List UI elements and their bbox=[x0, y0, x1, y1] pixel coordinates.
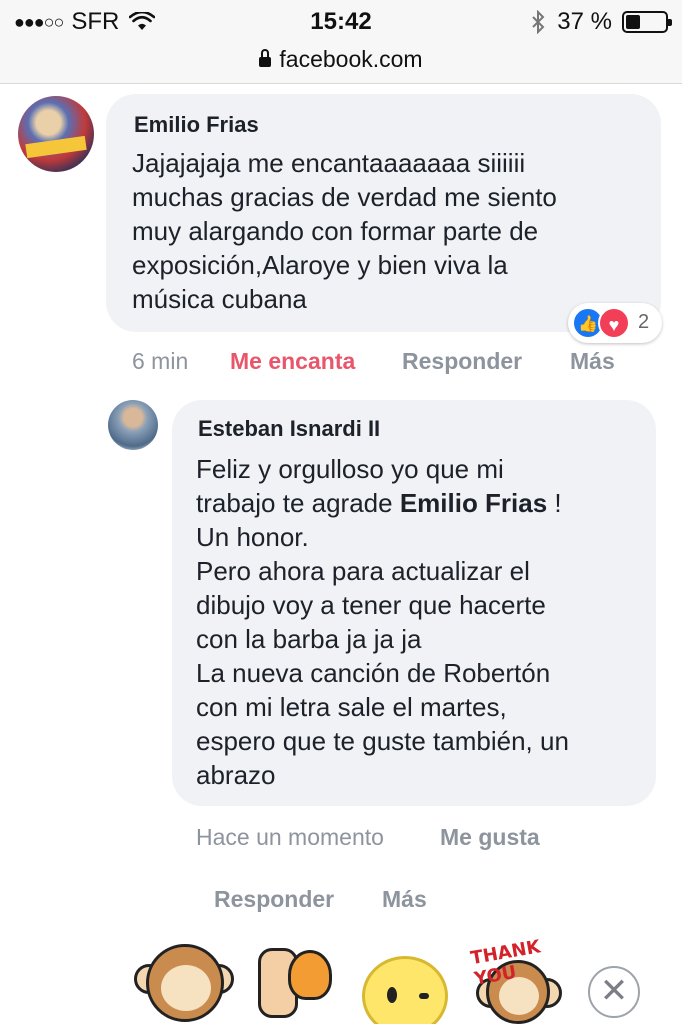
comment-author[interactable]: Esteban Isnardi II bbox=[198, 416, 380, 442]
reaction-button[interactable]: Me encanta bbox=[230, 348, 355, 375]
close-stickers-button[interactable]: ✕ bbox=[588, 966, 640, 1018]
comment-time: 6 min bbox=[132, 348, 189, 374]
battery-level bbox=[626, 15, 640, 29]
like-button[interactable]: Me gusta bbox=[440, 824, 540, 851]
love-reaction-icon: ♥ bbox=[598, 307, 630, 339]
system-indicators: 37 % bbox=[531, 8, 672, 36]
more-button[interactable]: Más bbox=[382, 886, 427, 913]
more-button[interactable]: Más bbox=[570, 348, 615, 375]
battery-percent: 37 % bbox=[557, 8, 612, 35]
avatar[interactable] bbox=[108, 400, 158, 450]
comment-text: Jajajajaja me encantaaaaaaa siiiiii much… bbox=[132, 148, 557, 314]
reaction-summary[interactable]: 👍 ♥ 2 bbox=[568, 303, 662, 343]
reply-button[interactable]: Responder bbox=[402, 348, 522, 375]
comment-author[interactable]: Emilio Frias bbox=[134, 112, 259, 138]
mention-link[interactable]: Emilio Frias bbox=[400, 488, 547, 518]
url-text[interactable]: facebook.com bbox=[279, 46, 422, 72]
comment-text: Feliz y orgulloso yo que mi trabajo te a… bbox=[196, 452, 569, 792]
battery-icon bbox=[622, 11, 672, 33]
bluetooth-icon bbox=[532, 10, 545, 34]
comment-bubble: Esteban Isnardi II Feliz y orgulloso yo … bbox=[172, 400, 656, 806]
reply-button[interactable]: Responder bbox=[214, 886, 334, 913]
avatar[interactable] bbox=[18, 96, 94, 172]
sticker-tray: THANK YOU ✕ bbox=[0, 930, 682, 1024]
comment-bubble: Emilio Frias Jajajajaja me encantaaaaaaa… bbox=[106, 94, 661, 332]
thumbs-up-tiger-sticker[interactable] bbox=[248, 936, 344, 1024]
reaction-count: 2 bbox=[638, 311, 650, 333]
comment-time: Hace un momento bbox=[196, 824, 384, 850]
comment-text-end: ! Un honor. Pero ahora para actualizar e… bbox=[196, 488, 569, 790]
lock-icon bbox=[259, 49, 272, 67]
thank-you-monkey-sticker[interactable]: THANK YOU bbox=[469, 936, 566, 1024]
winking-smiley-sticker[interactable] bbox=[356, 936, 452, 1024]
status-bar: ●●●○○ SFR 15:42 37 % bbox=[0, 0, 682, 44]
monkey-wink-sticker[interactable] bbox=[134, 936, 234, 1024]
address-bar[interactable]: facebook.com bbox=[0, 44, 682, 84]
close-icon: ✕ bbox=[599, 972, 629, 1010]
